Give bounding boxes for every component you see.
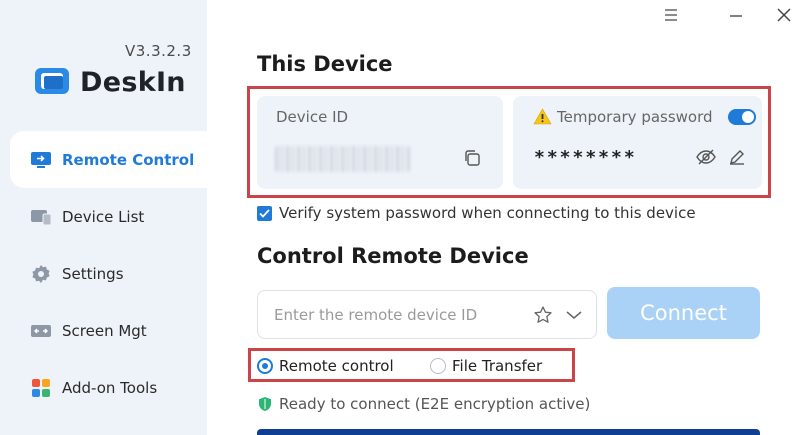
sidebar-item-label: Device List xyxy=(62,207,145,226)
app-version: V3.3.2.3 xyxy=(125,42,192,60)
edit-icon[interactable] xyxy=(726,146,748,168)
sidebar-item-screen-mgt[interactable]: Screen Mgt xyxy=(10,302,207,359)
device-list-icon xyxy=(30,207,52,227)
control-remote-title: Control Remote Device xyxy=(257,244,529,268)
sidebar-item-label: Settings xyxy=(62,264,124,283)
copy-icon[interactable] xyxy=(461,147,483,169)
status-text: Ready to connect (E2E encryption active) xyxy=(279,395,591,413)
temp-password-label: Temporary password xyxy=(557,108,713,126)
screen-mgt-icon xyxy=(30,321,52,341)
this-device-title: This Device xyxy=(257,52,393,76)
sidebar-item-remote-control[interactable]: Remote Control xyxy=(10,131,207,188)
device-id-label: Device ID xyxy=(276,108,349,126)
temp-password-value: ******** xyxy=(534,147,637,168)
verify-checkbox[interactable] xyxy=(257,205,272,221)
mode-label: File Transfer xyxy=(452,357,543,375)
sidebar-item-settings[interactable]: Settings xyxy=(10,245,207,302)
sidebar-item-label: Remote Control xyxy=(62,150,195,169)
sidebar-nav: Remote Control Device List Settings Scre… xyxy=(10,131,207,416)
sidebar-item-device-list[interactable]: Device List xyxy=(10,188,207,245)
mode-remote-control[interactable]: Remote control xyxy=(257,357,394,375)
remote-device-input-box xyxy=(257,290,597,339)
connection-status: Ready to connect (E2E encryption active) xyxy=(257,395,590,413)
radio-remote-control[interactable] xyxy=(257,358,273,374)
temp-password-card: Temporary password ******** xyxy=(513,96,762,189)
verify-label: Verify system password when connecting t… xyxy=(279,204,696,222)
connect-button[interactable]: Connect xyxy=(607,287,760,339)
warning-icon xyxy=(532,106,552,126)
device-id-card: Device ID xyxy=(257,96,503,189)
menu-icon[interactable] xyxy=(661,4,681,26)
close-icon[interactable] xyxy=(773,4,795,26)
app-logo: DeskIn xyxy=(32,64,186,100)
shield-icon xyxy=(257,396,273,412)
radio-file-transfer[interactable] xyxy=(430,358,446,374)
sidebar-item-addon-tools[interactable]: Add-on Tools xyxy=(10,359,207,416)
star-icon[interactable] xyxy=(532,304,554,326)
gear-icon xyxy=(30,264,52,284)
sidebar-item-label: Add-on Tools xyxy=(62,378,158,397)
eye-hidden-icon[interactable] xyxy=(694,146,718,168)
sidebar: V3.3.2.3 DeskIn Remote Control Device Li… xyxy=(0,0,207,435)
app-name: DeskIn xyxy=(80,66,186,98)
mode-label: Remote control xyxy=(279,357,394,375)
remote-control-icon xyxy=(30,150,52,170)
addon-tools-icon xyxy=(30,378,52,398)
temp-password-toggle[interactable] xyxy=(728,109,756,125)
remote-device-id-input[interactable] xyxy=(274,303,524,327)
verify-password-option[interactable]: Verify system password when connecting t… xyxy=(257,204,696,222)
chevron-down-icon[interactable] xyxy=(563,304,585,326)
sidebar-item-label: Screen Mgt xyxy=(62,321,147,340)
deskin-logo-icon xyxy=(32,64,74,100)
mode-file-transfer[interactable]: File Transfer xyxy=(430,357,542,375)
device-id-blurred xyxy=(275,146,410,172)
promo-banner-edge xyxy=(257,429,760,435)
minimize-icon[interactable] xyxy=(726,4,746,26)
